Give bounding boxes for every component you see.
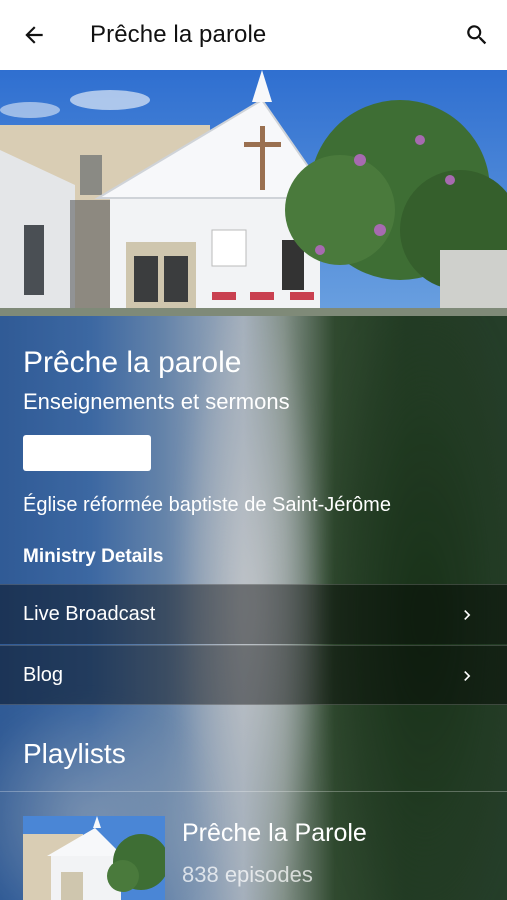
playlist-episode-count: 838 episodes: [182, 862, 313, 887]
church-name: Église réformée baptiste de Saint-Jérôme: [23, 494, 391, 516]
arrow-left-icon: [25, 26, 43, 44]
divider: [0, 791, 507, 792]
playlist-title: Prêche la Parole: [182, 819, 367, 847]
playlist-thumbnail: [23, 816, 165, 900]
blog-label: Blog: [23, 663, 64, 686]
follow-button[interactable]: [23, 435, 151, 471]
hero-image: [0, 70, 507, 316]
chevron-right-icon: [464, 610, 471, 620]
search-icon: [467, 25, 487, 45]
chevron-right-icon: [464, 671, 471, 681]
live-broadcast-row[interactable]: Live Broadcast: [0, 584, 507, 644]
ministry-details-heading: Ministry Details: [23, 546, 164, 567]
ministry-subtitle: Enseignements et sermons: [23, 389, 290, 414]
page-title: Prêche la parole: [90, 21, 267, 48]
live-broadcast-label: Live Broadcast: [23, 603, 156, 625]
search-button[interactable]: [461, 19, 493, 51]
playlist-item[interactable]: Prêche la Parole 838 episodes: [0, 816, 507, 900]
playlists-heading: Playlists: [23, 738, 126, 769]
app-bar: Prêche la parole: [0, 0, 507, 70]
blog-row[interactable]: Blog: [0, 645, 507, 705]
ministry-title: Prêche la parole: [23, 346, 242, 379]
back-button[interactable]: [18, 19, 50, 51]
